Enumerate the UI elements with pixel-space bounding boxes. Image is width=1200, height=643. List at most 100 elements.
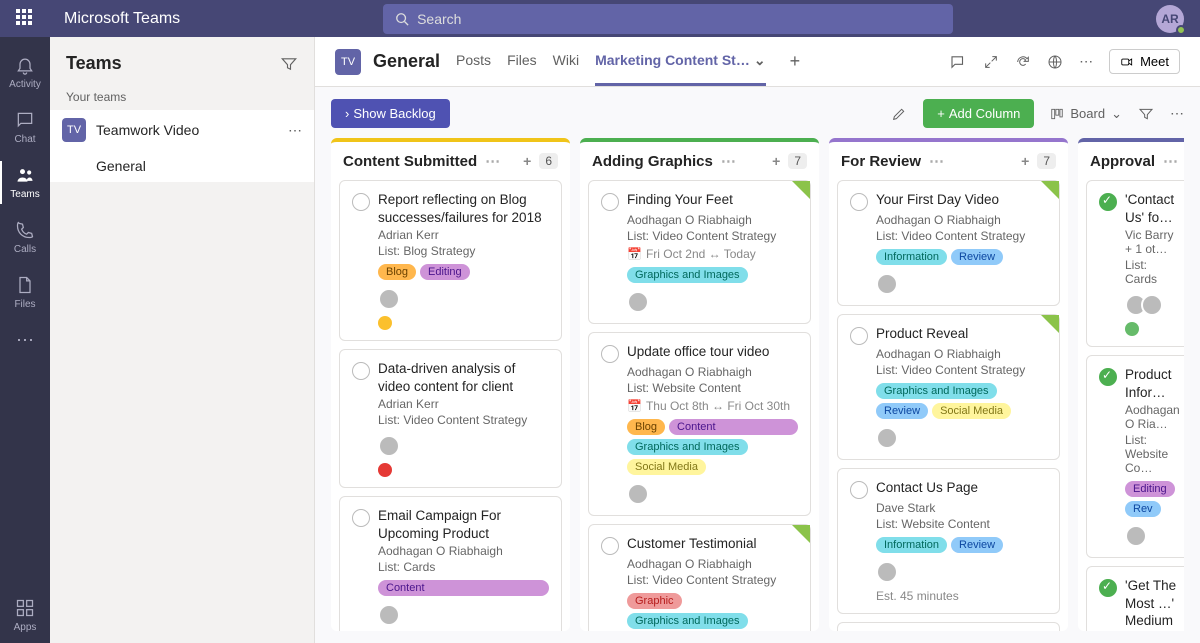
board-card[interactable]: Update Company Logo on site You + 2 othe… (837, 622, 1060, 631)
add-card-icon[interactable]: + (523, 153, 531, 169)
card-check-icon[interactable] (850, 327, 868, 345)
card-tag: Graphic (627, 593, 682, 609)
card-tag: Review (951, 249, 1003, 265)
add-column-button[interactable]: +Add Column (923, 99, 1034, 128)
rail-files[interactable]: Files (0, 265, 50, 320)
board-card[interactable]: Contact Us Page Dave Stark List: Website … (837, 468, 1060, 614)
board-card[interactable]: Email Campaign For Upcoming Product Aodh… (339, 496, 562, 631)
team-more-icon[interactable]: ⋯ (288, 122, 302, 139)
column-more-icon[interactable]: ⋯ (721, 152, 736, 170)
card-tag: Information (876, 249, 947, 265)
card-assignees (1125, 294, 1177, 316)
board-card[interactable]: 'Contact Us' fo… Vic Barry + 1 ot…List: … (1086, 180, 1184, 347)
board-more-icon[interactable]: ⋯ (1170, 105, 1184, 122)
card-check-icon[interactable] (352, 362, 370, 380)
card-assignees (627, 291, 798, 313)
board-column: Adding Graphics ⋯ + 7 Finding Your Feet … (580, 138, 819, 631)
rail-more[interactable]: ⋯ (0, 320, 50, 361)
refresh-icon[interactable] (1015, 54, 1031, 70)
header-more-icon[interactable]: ⋯ (1079, 53, 1093, 70)
card-corner-flag (1041, 315, 1059, 333)
card-tag: Review (876, 403, 928, 419)
board-card[interactable]: 'Get The Most …' Medium post Vic Barry +… (1086, 566, 1184, 631)
add-card-icon[interactable]: + (772, 153, 780, 169)
card-title: Contact Us Page (876, 479, 978, 497)
card-check-icon[interactable] (1099, 368, 1117, 386)
pencil-icon[interactable] (891, 106, 907, 122)
tab-posts[interactable]: Posts (456, 37, 491, 86)
board-card[interactable]: Update office tour video Aodhagan O Riab… (588, 332, 811, 516)
card-status-dot (378, 316, 392, 330)
rail-chat[interactable]: Chat (0, 100, 50, 155)
board-card[interactable]: Finding Your Feet Aodhagan O RiabhaighLi… (588, 180, 811, 324)
assignee-avatar (378, 435, 400, 457)
tab-files[interactable]: Files (507, 37, 537, 86)
rail-activity[interactable]: Activity (0, 45, 50, 100)
tab-marketing[interactable]: Marketing Content St… ⌄ (595, 37, 766, 86)
board-card[interactable]: Product Infor… Aodhagan O Ria…List: Webs… (1086, 355, 1184, 558)
column-count: 7 (788, 153, 807, 169)
card-status-dot (378, 463, 392, 477)
rail-teams[interactable]: Teams (0, 155, 50, 210)
card-assignees (627, 483, 798, 505)
assignee-avatar (876, 273, 898, 295)
reply-icon[interactable] (949, 53, 967, 71)
card-check-icon[interactable] (1099, 579, 1117, 597)
card-tag: Blog (627, 419, 665, 435)
user-avatar[interactable]: AR (1156, 5, 1184, 33)
channel-row[interactable]: General (50, 150, 314, 182)
add-card-icon[interactable]: + (1021, 153, 1029, 169)
card-check-icon[interactable] (850, 481, 868, 499)
card-title: Finding Your Feet (627, 191, 733, 209)
board-card[interactable]: Product Reveal Aodhagan O RiabhaighList:… (837, 314, 1060, 460)
search-input[interactable]: Search (383, 4, 953, 34)
card-check-icon[interactable] (352, 193, 370, 211)
board-icon (1050, 107, 1064, 121)
board-view-select[interactable]: Board ⌄ (1050, 106, 1122, 122)
filter-icon[interactable] (1138, 106, 1154, 122)
chevron-down-icon: ⌄ (1111, 106, 1122, 122)
card-estimate: Est. 45 minutes (876, 589, 1047, 603)
card-assignees (1125, 525, 1177, 547)
column-count: 7 (1037, 153, 1056, 169)
card-list: List: Website Content (876, 517, 1047, 531)
rail-apps[interactable]: Apps (0, 588, 50, 643)
meet-button[interactable]: Meet (1109, 49, 1180, 74)
add-tab-icon[interactable]: + (790, 51, 801, 72)
show-backlog-button[interactable]: ›Show Backlog (331, 99, 450, 128)
card-owner: Aodhagan O Riabhaigh (627, 557, 798, 571)
column-title: Adding Graphics (592, 153, 713, 170)
team-row[interactable]: TV Teamwork Video ⋯ (50, 110, 314, 150)
board-card[interactable]: Your First Day Video Aodhagan O Riabhaig… (837, 180, 1060, 306)
column-more-icon[interactable]: ⋯ (1163, 152, 1178, 170)
column-count: 6 (539, 153, 558, 169)
card-check-icon[interactable] (850, 193, 868, 211)
board-card[interactable]: Customer Testimonial Aodhagan O Riabhaig… (588, 524, 811, 631)
card-tag: Graphics and Images (627, 439, 748, 455)
rail-calls[interactable]: Calls (0, 210, 50, 265)
card-assignees (378, 604, 549, 626)
card-owner: Aodhagan O Riabhaigh (627, 365, 798, 379)
board-card[interactable]: Data-driven analysis of video content fo… (339, 349, 562, 488)
board-card[interactable]: Report reflecting on Blog successes/fail… (339, 180, 562, 341)
app-rail: Activity Chat Teams Calls Files ⋯ Apps (0, 37, 50, 643)
card-tag: Graphics and Images (627, 267, 748, 283)
waffle-menu[interactable] (16, 9, 36, 29)
presence-indicator (1176, 25, 1186, 35)
teams-title: Teams (66, 53, 122, 74)
column-more-icon[interactable]: ⋯ (485, 152, 500, 170)
filter-icon[interactable] (280, 55, 298, 73)
card-owner: Vic Barry + 1 ot… (1125, 228, 1177, 256)
card-check-icon[interactable] (601, 193, 619, 211)
card-owner: Dave Stark (876, 501, 1047, 515)
card-title: 'Get The Most …' Medium post (1125, 577, 1177, 631)
globe-icon[interactable] (1047, 54, 1063, 70)
card-check-icon[interactable] (352, 509, 370, 527)
card-check-icon[interactable] (601, 537, 619, 555)
card-check-icon[interactable] (601, 345, 619, 363)
card-check-icon[interactable] (1099, 193, 1117, 211)
column-more-icon[interactable]: ⋯ (929, 152, 944, 170)
expand-icon[interactable] (983, 54, 999, 70)
tab-wiki[interactable]: Wiki (553, 37, 579, 86)
card-list: List: Blog Strategy (378, 244, 549, 258)
